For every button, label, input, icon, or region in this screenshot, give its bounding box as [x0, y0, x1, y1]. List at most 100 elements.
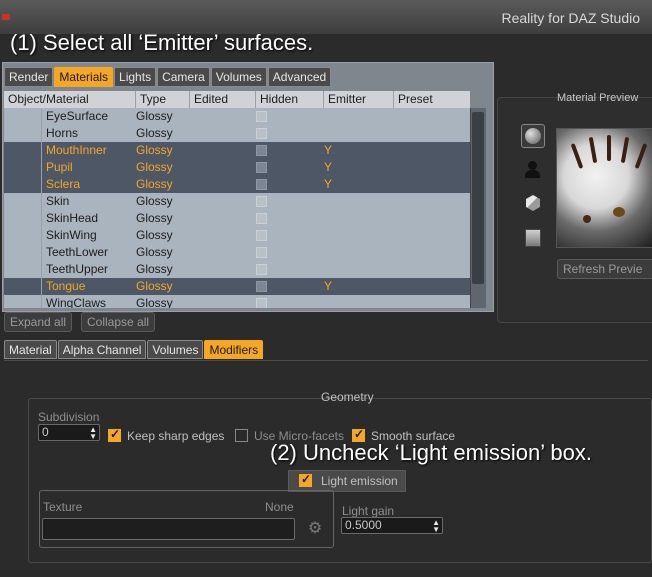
material-type: Glossy: [136, 245, 173, 259]
material-preset: [390, 193, 470, 210]
sphere-shape-button[interactable]: [521, 124, 545, 148]
subtab-volumes[interactable]: Volumes: [147, 340, 204, 359]
table-row[interactable]: TeethUpper Glossy: [4, 261, 470, 278]
hidden-checkbox[interactable]: [256, 196, 267, 208]
table-row[interactable]: SkinWing Glossy: [4, 227, 470, 244]
material-type: Glossy: [136, 177, 173, 191]
col-header-preset[interactable]: Preset: [394, 91, 470, 108]
material-hidden: [252, 295, 320, 308]
material-edited: [186, 278, 252, 295]
material-editor-tabbar: Material Alpha Channel Volumes Modifiers: [4, 340, 264, 359]
material-edited: [186, 193, 252, 210]
hidden-checkbox[interactable]: [256, 128, 267, 140]
material-emitter: [320, 193, 390, 210]
material-hidden: [252, 176, 320, 193]
material-type: Glossy: [136, 228, 173, 242]
tab-materials[interactable]: Materials: [54, 67, 114, 87]
material-preview-label: Material Preview: [557, 92, 639, 104]
material-edited: [186, 295, 252, 308]
table-row[interactable]: Pupil Glossy Y: [4, 159, 470, 176]
callout-step-2: (2) Uncheck ‘Light emission’ box.: [270, 440, 592, 465]
material-edited: [186, 176, 252, 193]
material-emitter: [320, 108, 390, 125]
table-row[interactable]: EyeSurface Glossy: [4, 108, 470, 125]
gear-icon[interactable]: ⚙: [306, 520, 324, 538]
subdivision-label: Subdivision: [38, 410, 100, 424]
table-scrollbar-thumb[interactable]: [472, 112, 484, 284]
subtab-modifiers[interactable]: Modifiers: [204, 340, 264, 359]
hidden-checkbox[interactable]: [256, 213, 267, 225]
hidden-checkbox[interactable]: [256, 281, 267, 293]
main-tabbar: Render Materials Lights Camera Volumes A…: [4, 67, 332, 87]
cube-icon: [526, 195, 540, 211]
plane-shape-button[interactable]: [521, 226, 545, 250]
col-header-hidden[interactable]: Hidden: [256, 91, 324, 108]
use-micro-facets-checkbox[interactable]: [235, 429, 248, 442]
tab-lights[interactable]: Lights: [114, 67, 157, 87]
material-hidden: [252, 261, 320, 278]
material-preset: [390, 210, 470, 227]
stepper-arrows-icon[interactable]: ▲ ▼: [432, 519, 440, 534]
material-name: Pupil: [41, 159, 132, 176]
hidden-checkbox[interactable]: [256, 298, 267, 308]
window-title: Reality for DAZ Studio: [501, 10, 641, 26]
figure-shape-button[interactable]: [521, 158, 545, 182]
hidden-checkbox[interactable]: [256, 162, 267, 174]
keep-sharp-edges-checkbox[interactable]: [108, 427, 121, 442]
subdivision-stepper[interactable]: 0 ▲ ▼: [38, 424, 100, 441]
material-hidden: [252, 142, 320, 159]
material-table-header: Object/Material Type Edited Hidden Emitt…: [4, 91, 470, 108]
subtab-divider: [4, 360, 648, 361]
material-hidden: [252, 244, 320, 261]
table-row[interactable]: SkinHead Glossy: [4, 210, 470, 227]
col-header-edited[interactable]: Edited: [190, 91, 256, 108]
material-type: Glossy: [136, 262, 173, 276]
table-row[interactable]: TeethLower Glossy: [4, 244, 470, 261]
tab-volumes[interactable]: Volumes: [210, 67, 267, 87]
tab-render[interactable]: Render: [4, 67, 54, 87]
subtab-alpha-channel[interactable]: Alpha Channel: [57, 340, 147, 359]
material-name: Tongue: [41, 278, 132, 295]
hidden-checkbox[interactable]: [256, 264, 267, 276]
material-preset: [390, 125, 470, 142]
collapse-all-button[interactable]: Collapse all: [81, 312, 156, 332]
refresh-preview-button[interactable]: Refresh Previe: [557, 259, 652, 279]
material-type: Glossy: [136, 109, 173, 123]
hidden-checkbox[interactable]: [256, 230, 267, 242]
tab-camera[interactable]: Camera: [157, 67, 210, 87]
light-emission-checkbox[interactable]: [299, 472, 312, 487]
hidden-checkbox[interactable]: [256, 145, 267, 157]
material-type: Glossy: [136, 160, 173, 174]
material-name: TeethUpper: [41, 261, 132, 278]
material-hidden: [252, 227, 320, 244]
table-row[interactable]: Tongue Glossy Y: [4, 278, 470, 295]
col-header-type[interactable]: Type: [136, 91, 190, 108]
material-edited: [186, 227, 252, 244]
stepper-arrows-icon[interactable]: ▲ ▼: [89, 426, 97, 441]
col-header-object-material[interactable]: Object/Material: [4, 91, 136, 108]
table-row[interactable]: Sclera Glossy Y: [4, 176, 470, 193]
hidden-checkbox[interactable]: [256, 111, 267, 123]
material-hidden: [252, 193, 320, 210]
plane-icon: [525, 229, 541, 247]
tab-advanced[interactable]: Advanced: [267, 67, 332, 87]
light-gain-label: Light gain: [342, 504, 395, 518]
material-name: TeethLower: [41, 244, 132, 261]
texture-slot[interactable]: [42, 518, 295, 540]
hidden-checkbox[interactable]: [256, 247, 267, 259]
material-name: Sclera: [41, 176, 132, 193]
table-row[interactable]: Skin Glossy: [4, 193, 470, 210]
table-row[interactable]: WingClaws Glossy: [4, 295, 470, 308]
material-name: WingClaws: [41, 295, 132, 308]
material-name: Horns: [41, 125, 132, 142]
expand-all-button[interactable]: Expand all: [4, 312, 73, 332]
col-header-emitter[interactable]: Emitter: [324, 91, 394, 108]
light-gain-stepper[interactable]: 0.5000 ▲ ▼: [341, 517, 443, 534]
table-row[interactable]: Horns Glossy: [4, 125, 470, 142]
cube-shape-button[interactable]: [521, 192, 545, 216]
table-row[interactable]: MouthInner Glossy Y: [4, 142, 470, 159]
subtab-material[interactable]: Material: [4, 340, 57, 359]
material-preset: [390, 244, 470, 261]
material-hidden: [252, 210, 320, 227]
hidden-checkbox[interactable]: [256, 179, 267, 191]
